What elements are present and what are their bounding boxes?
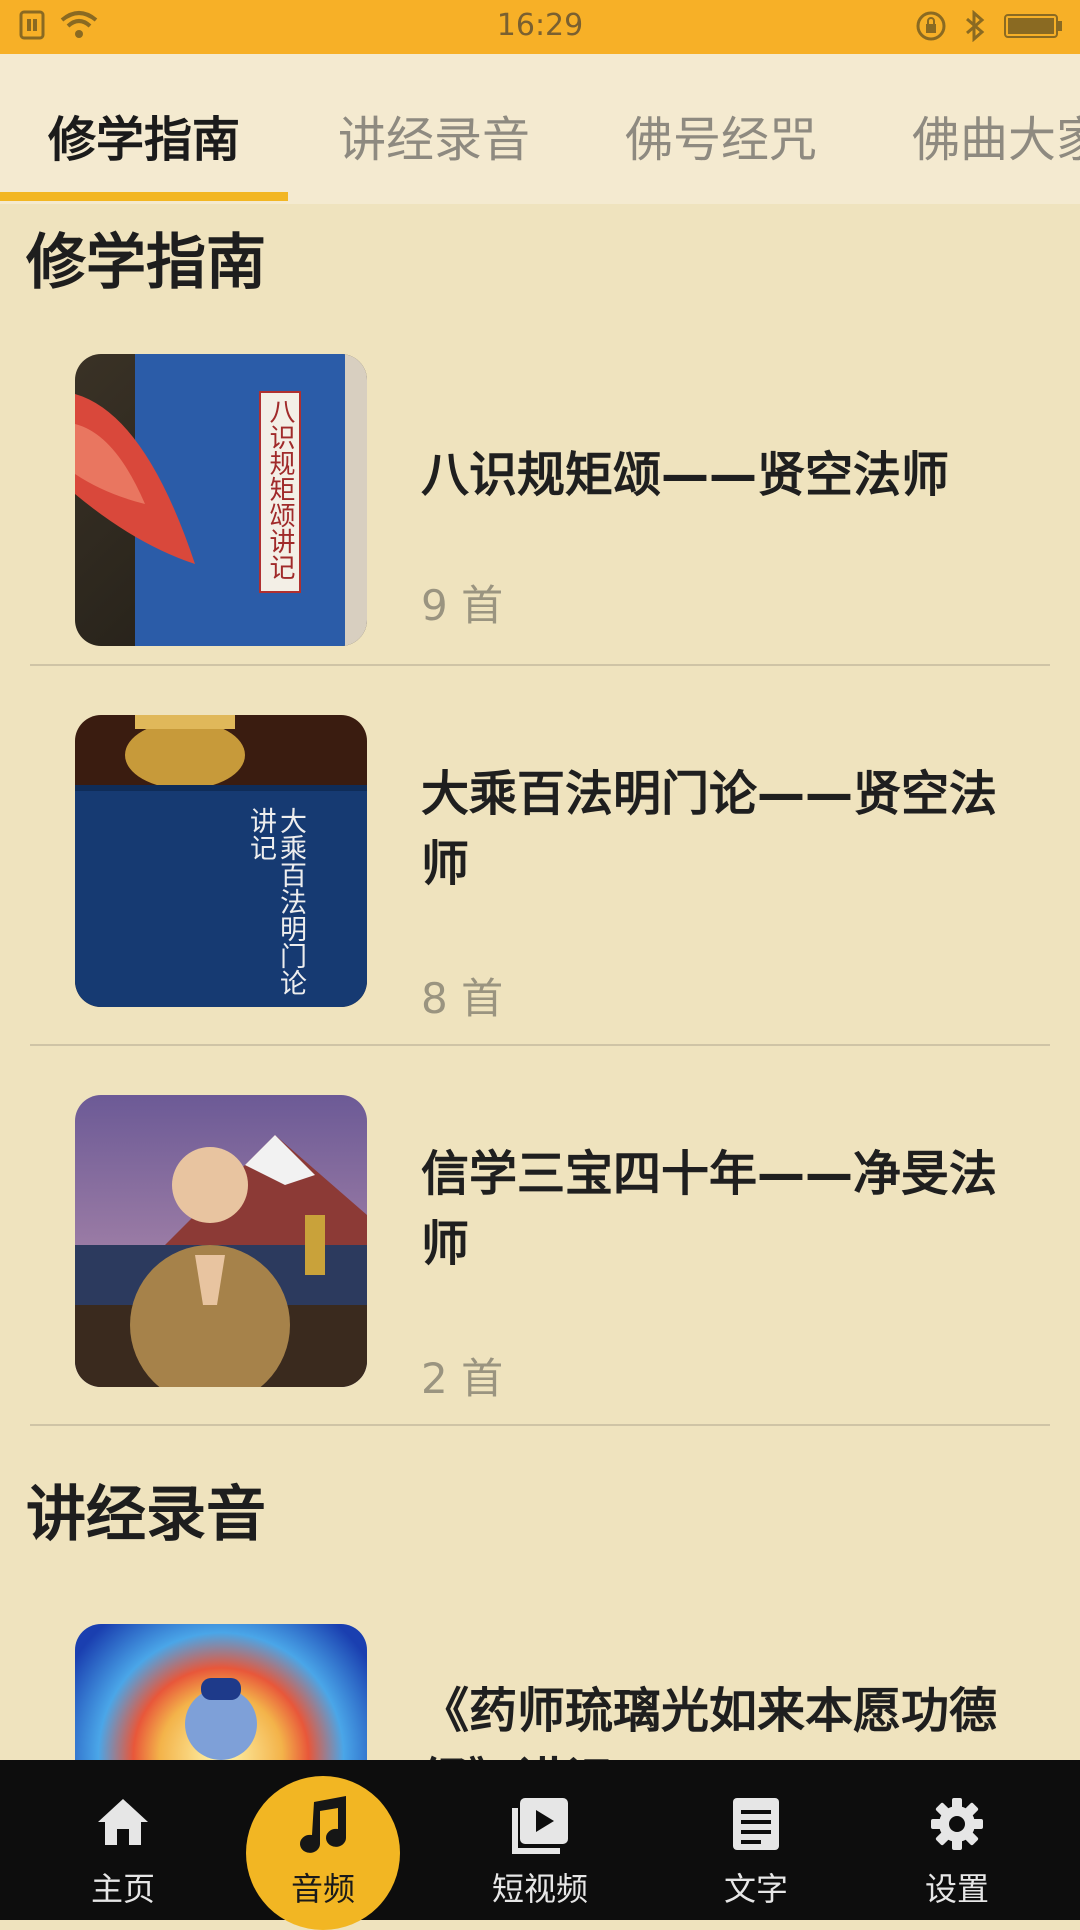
gear-icon: [929, 1796, 985, 1856]
album-title: 八识规矩颂——贤空法师: [421, 447, 950, 503]
track-count: 2 首: [421, 1354, 504, 1403]
album-title: 信学三宝四十年——净旻法师: [421, 1146, 998, 1272]
nav-label: 文字: [723, 1870, 788, 1908]
album-cover: [75, 1095, 367, 1387]
nav-label: 短视频: [491, 1870, 588, 1908]
bluetooth-icon: [962, 9, 988, 46]
track-count: 8 首: [421, 974, 504, 1023]
nav-home[interactable]: 主页: [33, 1760, 213, 1920]
list-item[interactable]: 大乘百法明门论讲记 大乘百法明门论——贤空法师 8 首: [30, 715, 1050, 1023]
list-item[interactable]: 《药师琉璃光如来本愿功德经》讲记: [30, 1624, 1050, 1760]
divider: [30, 1424, 1050, 1426]
content-list[interactable]: 修学指南 八识规矩颂讲记 八识规矩颂——贤空法师 9 首 大乘百法明门论讲记 大…: [0, 204, 1080, 1760]
status-bar: 16:29: [0, 0, 1080, 54]
list-item[interactable]: 八识规矩颂讲记 八识规矩颂——贤空法师 9 首: [30, 354, 1050, 654]
music-note-icon: [296, 1796, 350, 1860]
divider: [30, 1044, 1050, 1046]
tab-fohao-jingzhou[interactable]: 佛号经咒: [625, 100, 817, 170]
cover-text: 八识规矩颂讲记: [265, 398, 295, 580]
category-tabs: 修学指南 讲经录音 佛号经咒 佛曲大家: [0, 54, 1080, 204]
nav-text[interactable]: 文字: [666, 1760, 846, 1920]
cover-text: 大乘百法明门论讲记: [245, 807, 306, 996]
battery-icon: [1004, 12, 1064, 44]
album-title: 《药师琉璃光如来本愿功德经》讲记: [421, 1683, 998, 1760]
nav-audio[interactable]: 音频: [233, 1760, 413, 1920]
section-title: 讲经录音: [26, 1480, 266, 1550]
document-icon: [729, 1796, 783, 1856]
active-tab-indicator: [0, 192, 288, 201]
nav-label: 设置: [924, 1870, 989, 1908]
tab-jiangjing-luyin[interactable]: 讲经录音: [338, 100, 530, 170]
section-title: 修学指南: [26, 228, 266, 298]
home-icon: [95, 1796, 151, 1852]
album-cover: 大乘百法明门论讲记: [75, 715, 367, 1007]
tab-xiuxue-zhinan[interactable]: 修学指南: [48, 100, 240, 170]
nav-label: 主页: [90, 1870, 155, 1908]
album-cover: [75, 1624, 367, 1760]
nav-settings[interactable]: 设置: [867, 1760, 1047, 1920]
list-item[interactable]: 信学三宝四十年——净旻法师 2 首: [30, 1095, 1050, 1403]
divider: [30, 664, 1050, 666]
album-title: 大乘百法明门论——贤空法师: [421, 766, 998, 892]
album-cover: 八识规矩颂讲记: [75, 354, 367, 646]
tab-foqu-dajia[interactable]: 佛曲大家: [912, 100, 1080, 170]
rotation-lock-icon: [914, 10, 950, 46]
video-icon: [510, 1796, 570, 1860]
nav-short-video[interactable]: 短视频: [450, 1760, 630, 1920]
track-count: 9 首: [421, 581, 504, 630]
nav-label: 音频: [290, 1870, 355, 1908]
